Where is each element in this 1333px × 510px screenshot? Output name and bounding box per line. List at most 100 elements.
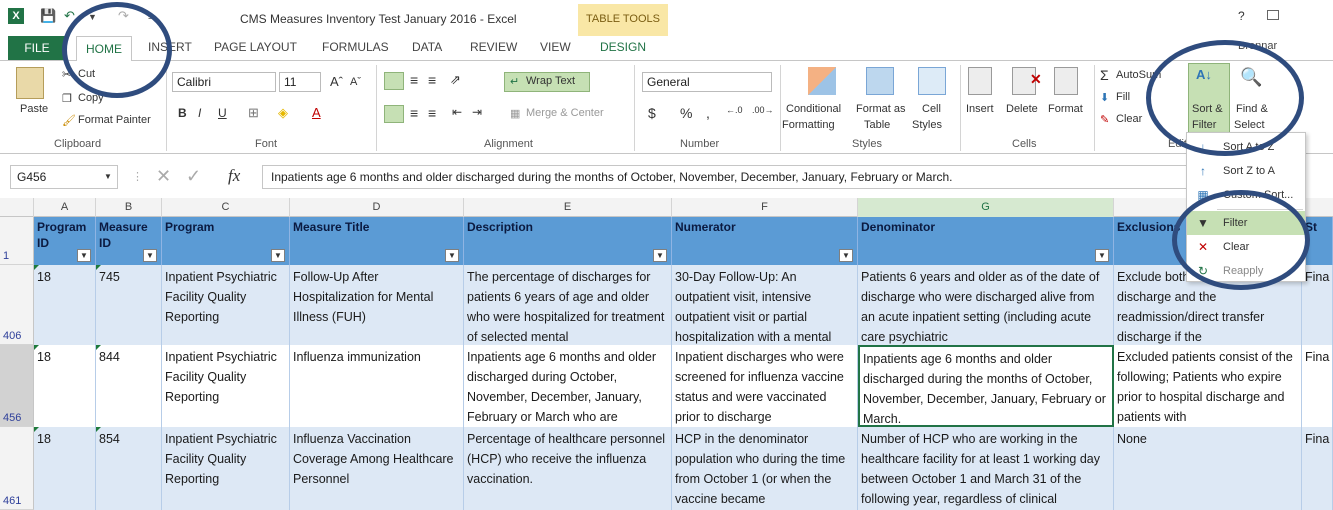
format-painter-icon[interactable]: 🖌 bbox=[62, 114, 76, 127]
menu-item-sort-z-a[interactable]: ↑ Sort Z to A bbox=[1187, 159, 1305, 183]
table-cell[interactable]: None bbox=[1114, 427, 1302, 510]
align-center-icon[interactable]: ≡ bbox=[410, 105, 418, 121]
insert-function-button[interactable]: fx bbox=[228, 166, 240, 186]
table-header-cell[interactable]: Program ID ▼ bbox=[34, 217, 96, 265]
table-cell[interactable]: 18 bbox=[34, 345, 96, 427]
tab-file[interactable]: FILE bbox=[8, 36, 66, 60]
paste-button[interactable]: Paste bbox=[20, 103, 48, 115]
selected-cell-g456[interactable]: Inpatients age 6 months and older discha… bbox=[858, 345, 1114, 427]
format-cells-button[interactable]: Format bbox=[1048, 103, 1083, 115]
orientation-icon[interactable]: ⇗ bbox=[450, 72, 461, 88]
table-header-cell[interactable]: Measure Title ▼ bbox=[290, 217, 464, 265]
row-header[interactable]: 461 bbox=[0, 427, 34, 510]
decrease-indent-icon[interactable]: ⇤ bbox=[452, 105, 462, 119]
align-right-icon[interactable]: ≡ bbox=[428, 105, 436, 121]
copy-icon[interactable]: ❐ bbox=[62, 92, 72, 105]
column-header-c[interactable]: C bbox=[162, 198, 290, 217]
format-cells-icon[interactable] bbox=[1054, 67, 1078, 95]
table-cell[interactable]: Influenza Vaccination Coverage Among Hea… bbox=[290, 427, 464, 510]
tab-view[interactable]: VIEW bbox=[540, 40, 571, 54]
table-cell[interactable]: HCP in the denominator population who du… bbox=[672, 427, 858, 510]
table-cell[interactable]: Inpatient Psychiatric Facility Quality R… bbox=[162, 345, 290, 427]
table-cell[interactable]: 854 bbox=[96, 427, 162, 510]
table-header-cell[interactable]: Denominator ▼ bbox=[858, 217, 1114, 265]
save-icon[interactable]: 💾 bbox=[40, 8, 56, 24]
insert-cells-button[interactable]: Insert bbox=[966, 103, 994, 115]
clear-button[interactable]: Clear bbox=[1116, 113, 1142, 125]
filter-dropdown-icon[interactable]: ▼ bbox=[839, 249, 853, 262]
percent-button[interactable]: % bbox=[680, 105, 692, 121]
shrink-font-icon[interactable]: Aˇ bbox=[350, 76, 361, 88]
tab-design[interactable]: DESIGN bbox=[600, 40, 646, 54]
middle-align-icon[interactable]: ≡ bbox=[410, 72, 418, 88]
select-all-corner[interactable] bbox=[0, 198, 34, 217]
tab-formulas[interactable]: FORMULAS bbox=[322, 40, 389, 54]
currency-button[interactable]: $ bbox=[648, 105, 656, 121]
fill-color-icon[interactable]: ◈ bbox=[278, 105, 288, 121]
font-name-dropdown[interactable]: Calibri bbox=[172, 72, 276, 92]
ribbon-display-options-icon[interactable] bbox=[1267, 10, 1279, 20]
table-cell[interactable]: 844 bbox=[96, 345, 162, 427]
filter-dropdown-icon[interactable]: ▼ bbox=[77, 249, 91, 262]
enter-icon[interactable]: ✓ bbox=[186, 166, 201, 187]
table-cell[interactable]: Inpatients age 6 months and older discha… bbox=[464, 345, 672, 427]
paste-icon[interactable] bbox=[16, 67, 44, 99]
table-cell[interactable]: Number of HCP who are working in the hea… bbox=[858, 427, 1114, 510]
filter-dropdown-icon[interactable]: ▼ bbox=[143, 249, 157, 262]
comma-button[interactable]: , bbox=[706, 105, 710, 121]
table-cell[interactable]: Patients 6 years and older as of the dat… bbox=[858, 265, 1114, 345]
filter-dropdown-icon[interactable]: ▼ bbox=[1095, 249, 1109, 262]
conditional-formatting-button-line2[interactable]: Formatting bbox=[782, 119, 835, 131]
grow-font-icon[interactable]: Aˆ bbox=[330, 74, 343, 89]
column-header-e[interactable]: E bbox=[464, 198, 672, 217]
filter-applied-icon[interactable]: ▼ bbox=[271, 249, 285, 262]
format-as-table-icon[interactable] bbox=[866, 67, 894, 95]
fill-button[interactable]: Fill bbox=[1116, 91, 1130, 103]
merge-center-button[interactable]: Merge & Center bbox=[526, 107, 604, 119]
clear-eraser-icon[interactable]: ✎ bbox=[1100, 113, 1109, 126]
tab-review[interactable]: REVIEW bbox=[470, 40, 517, 54]
row-header[interactable]: 1 bbox=[0, 217, 34, 265]
filter-dropdown-icon[interactable]: ▼ bbox=[653, 249, 667, 262]
name-box[interactable]: G456 bbox=[10, 165, 118, 189]
insert-cells-icon[interactable] bbox=[968, 67, 992, 95]
tab-page-layout[interactable]: PAGE LAYOUT bbox=[214, 40, 297, 54]
format-as-table-button-line2[interactable]: Table bbox=[864, 119, 890, 131]
table-header-cell[interactable]: Numerator ▼ bbox=[672, 217, 858, 265]
row-header[interactable]: 456 bbox=[0, 345, 34, 427]
column-header-a[interactable]: A bbox=[34, 198, 96, 217]
column-header-g[interactable]: G bbox=[858, 198, 1114, 217]
cell-styles-icon[interactable] bbox=[918, 67, 946, 95]
table-cell[interactable]: Inpatient Psychiatric Facility Quality R… bbox=[162, 265, 290, 345]
borders-icon[interactable]: ⊞ bbox=[248, 105, 259, 121]
help-icon[interactable]: ? bbox=[1238, 9, 1245, 23]
fill-icon[interactable]: ⬇ bbox=[1100, 91, 1109, 104]
column-header-b[interactable]: B bbox=[96, 198, 162, 217]
font-size-dropdown[interactable]: 11 bbox=[279, 72, 321, 92]
column-header-f[interactable]: F bbox=[672, 198, 858, 217]
table-cell[interactable]: 30-Day Follow-Up: An outpatient visit, i… bbox=[672, 265, 858, 345]
format-painter-button[interactable]: Format Painter bbox=[78, 114, 151, 126]
font-color-icon[interactable]: A bbox=[312, 105, 321, 120]
increase-indent-icon[interactable]: ⇥ bbox=[472, 105, 482, 119]
table-header-cell[interactable]: Description ▼ bbox=[464, 217, 672, 265]
table-cell[interactable]: 745 bbox=[96, 265, 162, 345]
bold-icon[interactable]: B bbox=[178, 106, 187, 120]
column-header-d[interactable]: D bbox=[290, 198, 464, 217]
align-left-icon[interactable] bbox=[384, 105, 404, 123]
formula-input[interactable]: Inpatients age 6 months and older discha… bbox=[262, 165, 1192, 189]
increase-decimal-icon[interactable]: ←.0 bbox=[726, 105, 743, 115]
row-header[interactable]: 406 bbox=[0, 265, 34, 345]
table-cell[interactable]: Inpatient Psychiatric Facility Quality R… bbox=[162, 427, 290, 510]
table-cell[interactable]: Percentage of healthcare personnel (HCP)… bbox=[464, 427, 672, 510]
autosum-icon[interactable]: Σ bbox=[1100, 67, 1109, 83]
table-cell[interactable]: 18 bbox=[34, 265, 96, 345]
table-cell[interactable]: Fina bbox=[1302, 265, 1333, 345]
conditional-formatting-icon[interactable] bbox=[808, 67, 836, 95]
tab-data[interactable]: DATA bbox=[412, 40, 442, 54]
number-format-dropdown[interactable]: General bbox=[642, 72, 772, 92]
table-cell[interactable]: Inpatient discharges who were screened f… bbox=[672, 345, 858, 427]
table-cell[interactable]: Fina bbox=[1302, 345, 1333, 427]
table-cell[interactable]: The percentage of discharges for patient… bbox=[464, 265, 672, 345]
format-as-table-button[interactable]: Format as bbox=[856, 103, 906, 115]
